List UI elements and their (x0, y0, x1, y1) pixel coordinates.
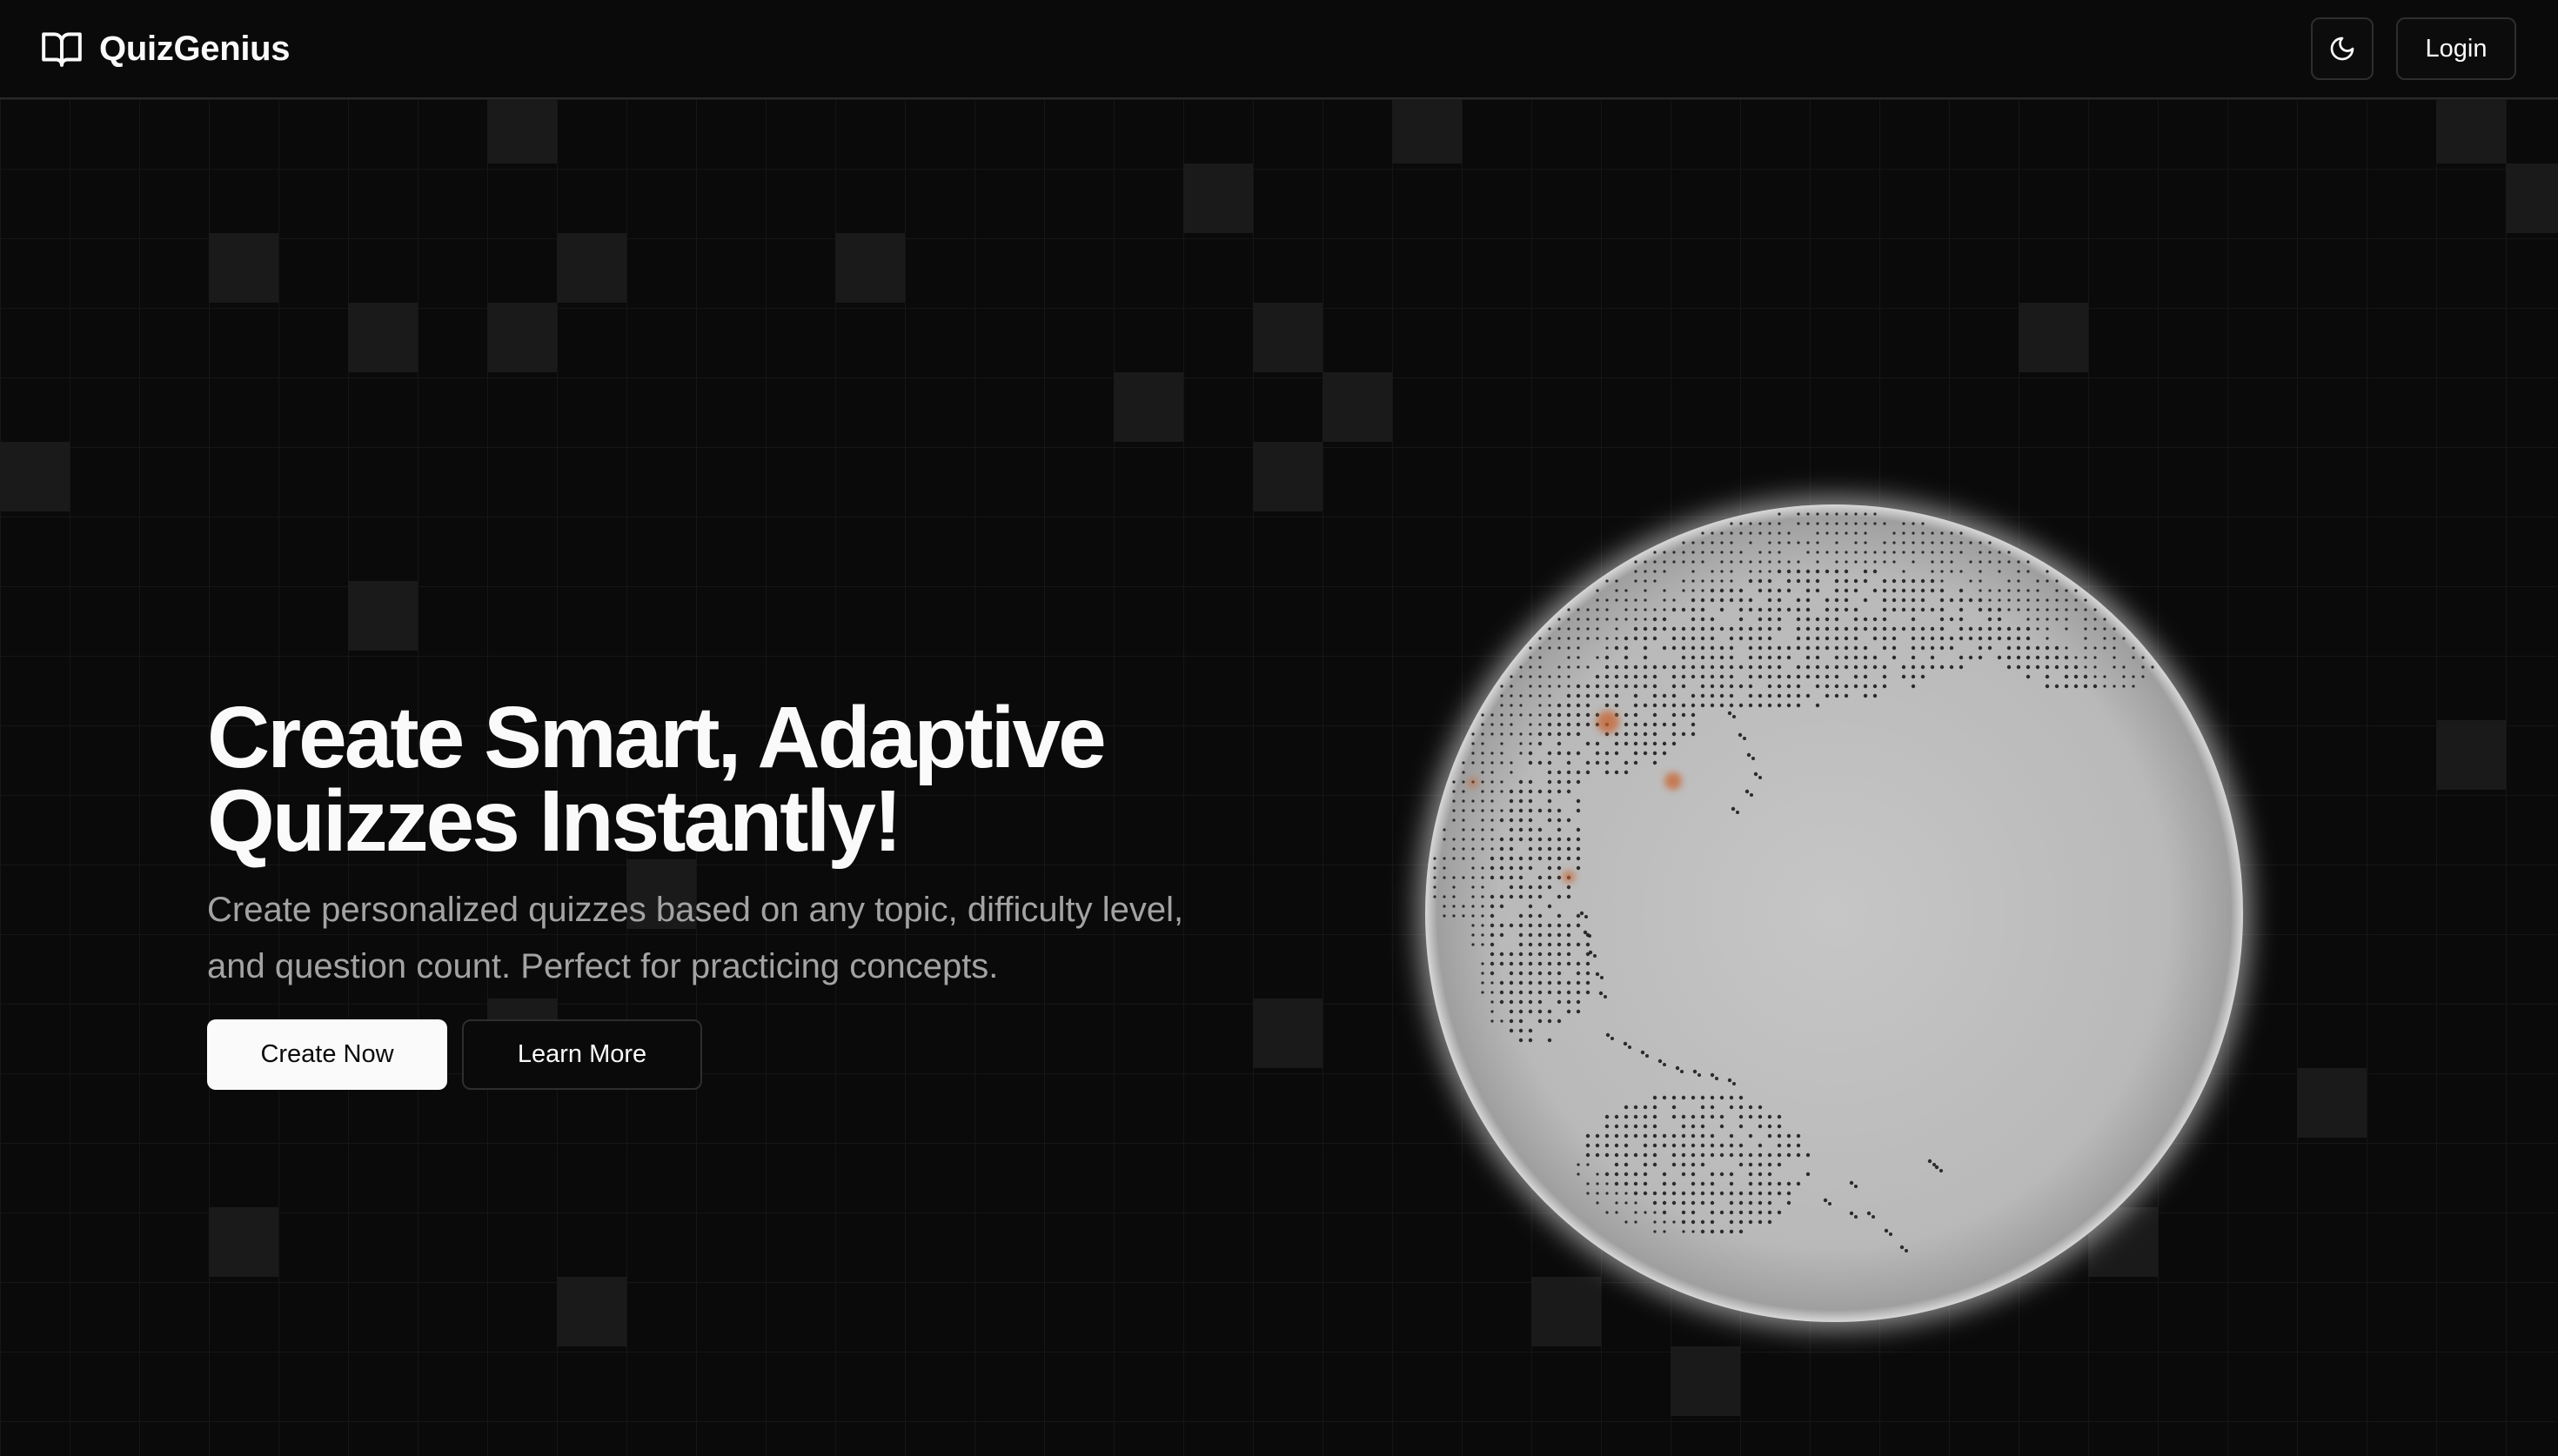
login-button[interactable]: Login (2396, 17, 2516, 80)
open-book-icon (42, 32, 82, 67)
globe-marker (1664, 772, 1682, 790)
globe-graphic[interactable] (1418, 498, 2250, 1329)
brand-name: QuizGenius (99, 29, 291, 68)
hero-title-line-2: Quizzes Instantly! (207, 772, 902, 870)
hero-section: Create Smart, Adaptive Quizzes Instantly… (207, 694, 1251, 1090)
moon-icon (2330, 37, 2354, 61)
landing-page: QuizGenius Login Create Smart, Adaptive … (0, 0, 2558, 1456)
create-now-button[interactable]: Create Now (207, 1019, 447, 1090)
theme-toggle-button[interactable] (2311, 17, 2374, 80)
learn-more-button[interactable]: Learn More (462, 1019, 702, 1090)
hero-buttons: Create Now Learn More (207, 1019, 1251, 1090)
brand[interactable]: QuizGenius (40, 27, 291, 70)
top-navbar: QuizGenius Login (0, 0, 2558, 99)
globe-sphere (1425, 504, 2243, 1322)
hero-title: Create Smart, Adaptive Quizzes Instantly… (207, 694, 1251, 865)
nav-actions: Login (2311, 17, 2516, 80)
globe-marker (1563, 871, 1575, 883)
globe-marker (1597, 711, 1619, 733)
hero-subtitle: Create personalized quizzes based on any… (207, 891, 1184, 985)
globe-marker (1468, 778, 1478, 788)
